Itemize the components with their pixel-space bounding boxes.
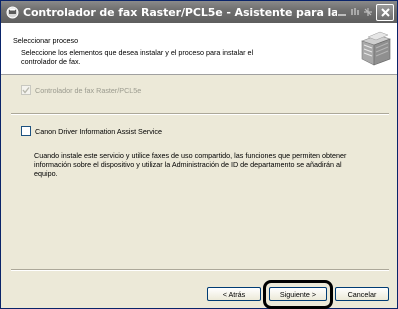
maximize-icon[interactable] (350, 7, 360, 17)
close-button[interactable] (376, 3, 394, 21)
printer-stack-icon (361, 31, 391, 66)
title-tray (337, 7, 373, 17)
assist-service-label[interactable]: Canon Driver Information Assist Service (35, 127, 162, 136)
fax-driver-label: Controlador de fax Raster/PCL5e (35, 85, 142, 95)
next-button[interactable]: Siguiente > (269, 287, 327, 301)
installer-window: Controlador de fax Raster/PCL5e - Asiste… (0, 0, 398, 309)
title-bar[interactable]: Controlador de fax Raster/PCL5e - Asiste… (1, 1, 397, 23)
footer-divider (11, 269, 389, 271)
printer-setup-icon (5, 5, 19, 19)
help-icon[interactable] (363, 7, 373, 17)
fax-driver-checkbox (21, 85, 31, 95)
assist-service-description: Cuando instale este servicio y utilice f… (34, 151, 347, 179)
minimize-icon[interactable] (337, 7, 347, 17)
option-fax-driver: Controlador de fax Raster/PCL5e (21, 85, 141, 95)
page-title: Seleccionar proceso (13, 36, 79, 45)
assist-service-checkbox[interactable] (21, 126, 31, 136)
option-assist-service[interactable]: Canon Driver Information Assist Service (21, 126, 162, 136)
wizard-header: Seleccionar proceso Seleccione los eleme… (1, 23, 397, 75)
cancel-button[interactable]: Cancelar (335, 287, 389, 301)
window-title: Controlador de fax Raster/PCL5e - Asiste… (23, 5, 337, 19)
close-icon (380, 7, 390, 17)
back-button[interactable]: < Atrás (207, 287, 261, 301)
options-divider (11, 113, 389, 115)
page-subtitle: Seleccione los elementos que desea insta… (21, 48, 254, 66)
